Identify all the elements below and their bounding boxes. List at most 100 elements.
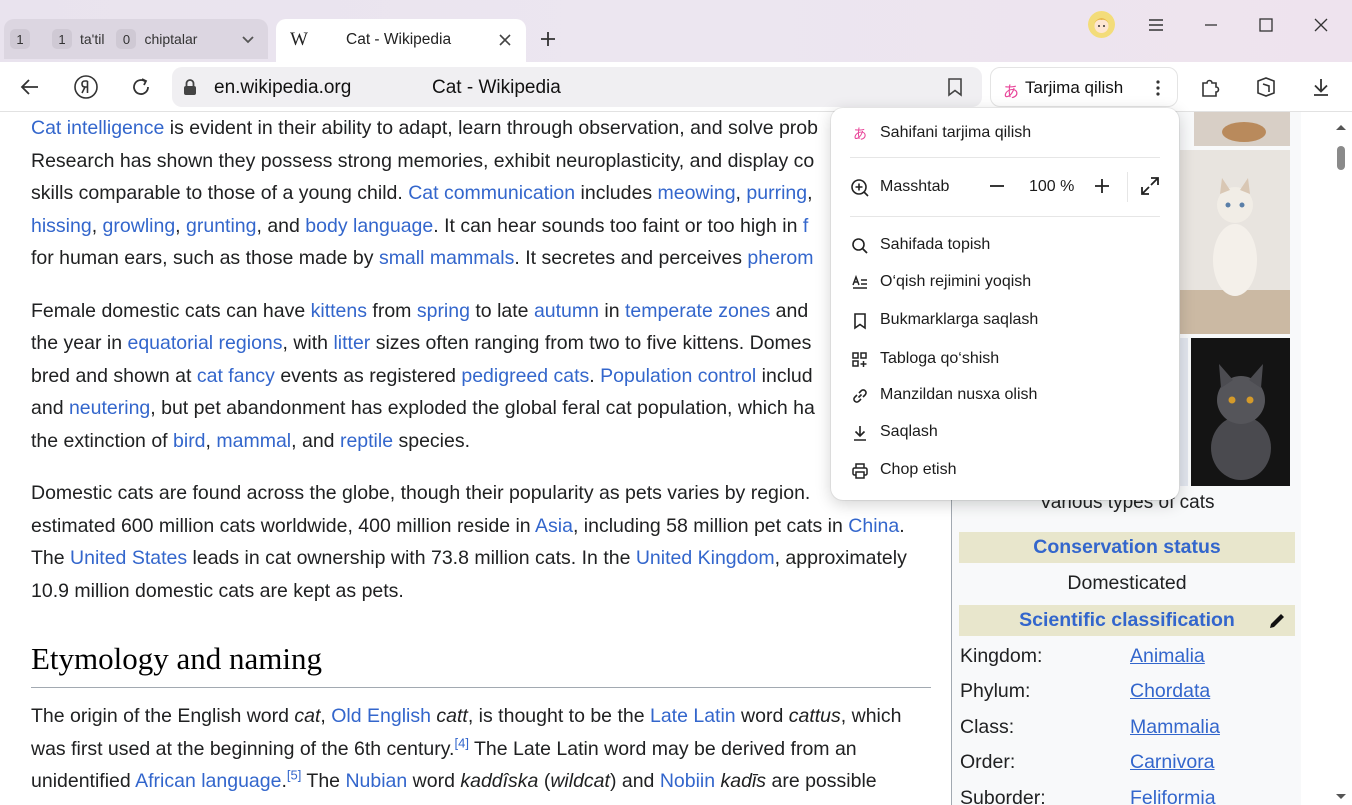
menu-item-label: Saqlash: [880, 423, 938, 440]
paragraph-intelligence: Cat intelligence is evident in their abi…: [31, 112, 931, 275]
cat-image-grey[interactable]: [1191, 338, 1290, 486]
link[interactable]: Nubian: [345, 770, 407, 792]
text: word: [407, 770, 461, 792]
link[interactable]: cat fancy: [197, 365, 275, 387]
more-vertical-icon[interactable]: [1147, 77, 1169, 99]
text: Research has shown they possess strong m…: [31, 149, 815, 172]
link[interactable]: hissing: [31, 215, 92, 237]
link[interactable]: small mammals: [379, 247, 514, 269]
scroll-up-arrow-icon[interactable]: [1335, 118, 1347, 136]
zoom-label: Masshtab: [880, 178, 950, 195]
link[interactable]: mammal: [216, 430, 291, 452]
tab-group-tatil[interactable]: 1 ta'til: [52, 29, 104, 49]
zoom-in-button[interactable]: [1091, 175, 1113, 197]
menu-item-print[interactable]: Chop etish: [831, 454, 1179, 488]
link[interactable]: Asia: [535, 515, 573, 537]
pencil-edit-icon[interactable]: [1267, 610, 1287, 630]
classification-value-link[interactable]: Feliformia: [1130, 787, 1216, 805]
close-icon[interactable]: [496, 31, 514, 49]
minimize-icon[interactable]: [1200, 14, 1222, 36]
citation-link[interactable]: [5]: [287, 768, 301, 783]
menu-item-label: Sahifada topish: [880, 236, 991, 253]
collections-button[interactable]: [1253, 74, 1279, 100]
link[interactable]: f: [803, 215, 808, 237]
menu-item-find[interactable]: Sahifada topish: [831, 229, 1179, 263]
scientific-classification-header[interactable]: Scientific classification: [959, 605, 1295, 636]
link[interactable]: Cat intelligence: [31, 117, 164, 139]
link[interactable]: spring: [417, 300, 470, 322]
link[interactable]: growling: [103, 215, 176, 237]
link[interactable]: United Kingdom: [636, 547, 775, 569]
link[interactable]: Cat communication: [408, 182, 575, 204]
link[interactable]: grunting: [186, 215, 256, 237]
reload-button[interactable]: [128, 74, 154, 100]
link[interactable]: meowing: [658, 182, 736, 204]
link[interactable]: Old English: [331, 705, 431, 727]
tab-active[interactable]: W Cat - Wikipedia: [276, 19, 526, 62]
zoom-out-button[interactable]: [986, 175, 1008, 197]
maximize-icon[interactable]: [1255, 14, 1277, 36]
conservation-status-value: Domesticated: [1067, 572, 1187, 594]
avatar[interactable]: [1088, 11, 1115, 38]
classification-value-link[interactable]: Carnivora: [1130, 751, 1215, 774]
link[interactable]: body language: [305, 215, 433, 237]
link[interactable]: purring: [746, 182, 807, 204]
classification-value-link[interactable]: Mammalia: [1130, 716, 1220, 739]
text: , and: [291, 429, 340, 452]
menu-icon[interactable]: [1145, 14, 1167, 36]
link[interactable]: litter: [333, 332, 370, 354]
link[interactable]: United States: [70, 547, 187, 569]
classification-value-link[interactable]: Chordata: [1130, 680, 1210, 703]
link[interactable]: reptile: [340, 430, 393, 452]
link[interactable]: pedigreed cats: [461, 365, 589, 387]
link[interactable]: bird: [173, 430, 206, 452]
link[interactable]: equatorial regions: [127, 332, 282, 354]
scrollbar-thumb[interactable]: [1337, 146, 1345, 170]
text: .: [589, 364, 601, 387]
close-window-icon[interactable]: [1310, 14, 1332, 36]
link[interactable]: kittens: [311, 300, 367, 322]
back-button[interactable]: [17, 74, 43, 100]
menu-item-copy-link[interactable]: Manzildan nusxa olish: [831, 379, 1179, 413]
bookmark-icon[interactable]: [944, 76, 966, 98]
yandex-button[interactable]: [73, 74, 99, 100]
scroll-down-arrow-icon[interactable]: [1335, 788, 1347, 805]
link[interactable]: pherom: [747, 247, 813, 269]
menu-item-translate-page[interactable]: あ Sahifani tarjima qilish: [831, 117, 1179, 151]
link[interactable]: neutering: [69, 397, 150, 419]
cat-image-edge[interactable]: [1180, 338, 1188, 486]
lock-icon[interactable]: [180, 77, 200, 97]
menu-item-reader-mode[interactable]: O‘qish rejimini yoqish: [831, 266, 1179, 300]
classification-key: Phylum:: [960, 680, 1031, 702]
link[interactable]: China: [848, 515, 899, 537]
fullscreen-button[interactable]: [1139, 175, 1161, 197]
address-bar[interactable]: en.wikipedia.org Cat - Wikipedia: [172, 67, 982, 107]
link[interactable]: African language: [135, 770, 281, 792]
minus-icon: [990, 185, 1004, 187]
conservation-status-header[interactable]: Conservation status: [959, 532, 1295, 563]
citation-link[interactable]: [4]: [454, 735, 468, 750]
tab-group-count-badge[interactable]: 1: [10, 29, 30, 49]
link[interactable]: Nobiin: [660, 770, 715, 792]
vertical-scrollbar[interactable]: [1329, 112, 1352, 805]
chevron-down-icon[interactable]: [238, 29, 258, 49]
link[interactable]: temperate zones: [625, 300, 770, 322]
translate-button[interactable]: あ Tarjima qilish: [990, 67, 1178, 107]
menu-item-label: O‘qish rejimini yoqish: [880, 273, 1032, 290]
cat-image-siamese[interactable]: [1180, 150, 1290, 334]
link[interactable]: autumn: [534, 300, 599, 322]
classification-value-link[interactable]: Animalia: [1130, 645, 1205, 668]
menu-item-bookmark[interactable]: Bukmarklarga saqlash: [831, 304, 1179, 338]
zoom-in-icon: [850, 178, 870, 198]
extensions-button[interactable]: [1198, 74, 1224, 100]
tab-group-chiptalar[interactable]: 0 chiptalar: [116, 29, 197, 49]
tab-group[interactable]: 1 1 ta'til 0 chiptalar: [4, 19, 268, 59]
text: ,: [175, 214, 187, 237]
new-tab-button[interactable]: [534, 25, 562, 53]
menu-item-save[interactable]: Saqlash: [831, 416, 1179, 450]
menu-item-add-to-tableau[interactable]: Tabloga qo‘shish: [831, 343, 1179, 377]
link[interactable]: Late Latin: [650, 705, 736, 727]
link[interactable]: Population control: [600, 365, 756, 387]
downloads-button[interactable]: [1308, 74, 1334, 100]
cat-image-tan[interactable]: [1194, 112, 1290, 146]
